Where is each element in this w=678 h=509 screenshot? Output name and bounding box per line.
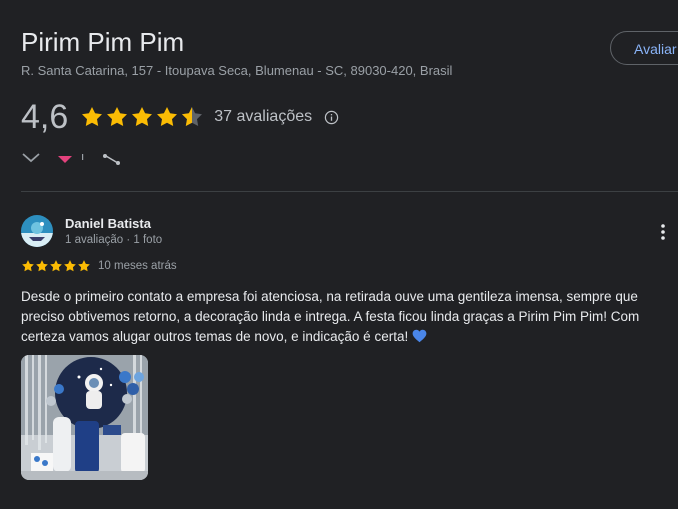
place-title: Pirim Pim Pim (21, 27, 185, 57)
star-icon (82, 107, 103, 127)
reviewer-meta: 1 avaliação · 1 foto (65, 234, 163, 246)
place-address: R. Santa Catarina, 157 - Itoupava Seca, … (21, 63, 453, 78)
review-date: 10 meses atrás (98, 260, 177, 272)
section-divider (21, 191, 678, 192)
rating-value: 4,6 (21, 97, 69, 136)
star-half-icon (182, 107, 203, 127)
blue-heart-icon (412, 329, 427, 343)
divider-tick (82, 154, 84, 160)
star-icon (107, 107, 128, 127)
chevron-down-icon[interactable] (21, 150, 41, 164)
heart-icon[interactable] (57, 150, 73, 164)
rating-summary: 4,6 37 avaliações (21, 97, 339, 137)
star-icon (78, 260, 90, 272)
review-text: Desde o primeiro contato a empresa foi a… (21, 287, 669, 347)
star-icon (132, 107, 153, 127)
star-icon (157, 107, 178, 127)
rating-stars (80, 105, 204, 129)
star-icon (50, 260, 62, 272)
reviewer-name[interactable]: Daniel Batista (65, 216, 151, 231)
write-review-button[interactable]: Avaliar (610, 31, 678, 65)
review-body: Desde o primeiro contato a empresa foi a… (21, 289, 640, 344)
info-icon[interactable] (324, 110, 339, 125)
reviews-count-link[interactable]: 37 avaliações (214, 108, 312, 126)
review-stars (21, 259, 91, 273)
action-chips-row (21, 150, 181, 170)
more-options-icon[interactable] (654, 222, 672, 242)
star-icon (36, 260, 48, 272)
review-photo[interactable] (21, 355, 148, 480)
star-icon (64, 260, 76, 272)
share-icon[interactable] (101, 150, 123, 166)
star-icon (22, 260, 34, 272)
reviewer-avatar[interactable] (21, 215, 53, 247)
